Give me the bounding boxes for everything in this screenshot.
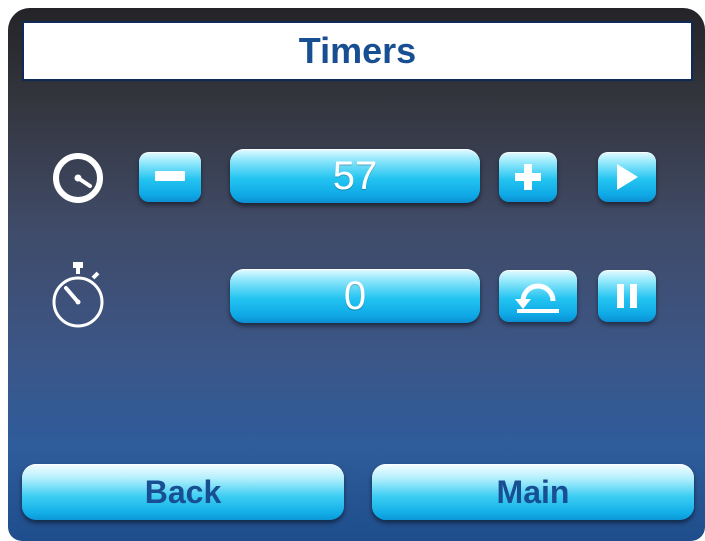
start-button[interactable] xyxy=(598,152,656,202)
pause-icon xyxy=(617,284,637,308)
main-button[interactable]: Main xyxy=(372,464,694,520)
stopwatch-value-display: 0 xyxy=(230,269,480,323)
pause-button[interactable] xyxy=(598,270,656,322)
stopwatch-icon xyxy=(52,262,104,328)
back-label: Back xyxy=(144,473,222,510)
stopwatch-value: 0 xyxy=(343,273,367,318)
countdown-timer-icon xyxy=(53,153,103,203)
reset-icon xyxy=(515,283,559,313)
back-button[interactable]: Back xyxy=(22,464,344,520)
play-icon xyxy=(617,164,638,190)
page-title: Timers xyxy=(298,30,417,71)
plus-icon xyxy=(515,164,541,190)
main-label: Main xyxy=(496,473,570,510)
increase-button[interactable] xyxy=(499,152,557,202)
minus-icon xyxy=(155,171,185,181)
title-bar: Timers xyxy=(22,21,693,81)
timers-panel: Timers 57 0 Back Main xyxy=(8,8,705,541)
countdown-value: 57 xyxy=(332,153,378,198)
countdown-value-display: 57 xyxy=(230,149,480,203)
reset-button[interactable] xyxy=(499,270,577,322)
decrease-button[interactable] xyxy=(139,152,201,202)
